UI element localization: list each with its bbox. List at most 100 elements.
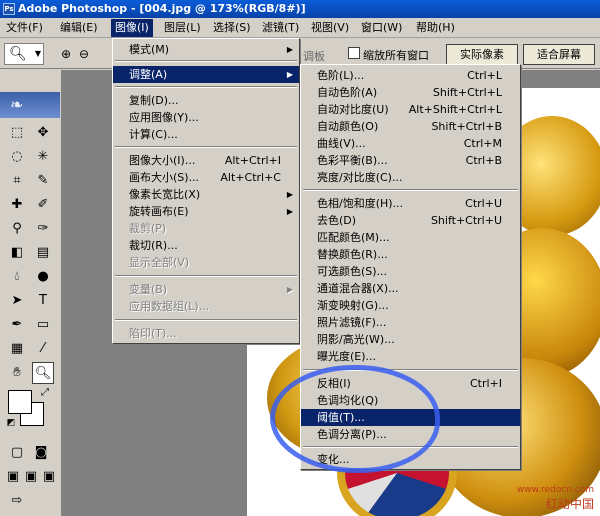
- magic-wand-tool-icon[interactable]: ✳: [32, 146, 54, 168]
- menu-edit[interactable]: 编辑(E): [56, 19, 102, 37]
- marquee-tool-icon[interactable]: ⬚: [6, 122, 28, 144]
- full-screen-mode-icon[interactable]: ▣: [38, 466, 60, 488]
- submenu-arrow-icon: ▶: [286, 45, 293, 54]
- menu-item-selective-color[interactable]: 可选颜色(S)...: [301, 263, 520, 280]
- menu-item-mode[interactable]: 模式(M) ▶: [113, 41, 299, 58]
- menu-item-invert[interactable]: 反相(I) Ctrl+I: [301, 375, 520, 392]
- clone-stamp-tool-icon[interactable]: ⚲: [6, 218, 28, 240]
- zoom-tool-icon[interactable]: 🔍︎: [32, 362, 54, 384]
- menu-item-match-color[interactable]: 匹配颜色(M)...: [301, 229, 520, 246]
- default-colors-icon[interactable]: ◩: [4, 416, 18, 430]
- menu-item-hue-saturation[interactable]: 色相/饱和度(H)... Ctrl+U: [301, 195, 520, 212]
- zoom-all-windows-label: 缩放所有窗口: [363, 49, 429, 62]
- menu-item-variables: 变量(B) ▶: [129, 283, 293, 296]
- imageready-jump-icon[interactable]: ⇨: [6, 490, 28, 512]
- menu-item-calculations[interactable]: 计算(C)...: [113, 126, 299, 143]
- watermark-url: www.redocn.com: [516, 485, 594, 495]
- path-selection-tool-icon[interactable]: ➤: [6, 290, 28, 312]
- menu-filter[interactable]: 滤镜(T): [258, 19, 303, 37]
- menu-item-auto-levels[interactable]: 自动色阶(A) Shift+Ctrl+L: [301, 84, 520, 101]
- menu-item-rotate-canvas[interactable]: 旋转画布(E) ▶: [113, 203, 299, 220]
- standard-mode-icon[interactable]: ▢: [6, 442, 28, 464]
- menu-item-reveal-all: 显示全部(V): [129, 256, 190, 269]
- type-tool-icon[interactable]: T: [32, 290, 54, 312]
- menu-item-desaturate[interactable]: 去色(D) Shift+Ctrl+U: [301, 212, 520, 229]
- notes-tool-icon[interactable]: ▦: [6, 338, 28, 360]
- menu-item-threshold[interactable]: 阈值(T)...: [301, 409, 520, 426]
- menu-layer[interactable]: 图层(L): [160, 19, 205, 37]
- menu-item-curves[interactable]: 曲线(V)... Ctrl+M: [301, 135, 520, 152]
- feather-logo: ❧: [0, 92, 60, 118]
- menu-item-variations[interactable]: 变化...: [301, 451, 520, 468]
- menu-item-color-balance[interactable]: 色彩平衡(B)... Ctrl+B: [301, 152, 520, 169]
- menu-item-trim[interactable]: 裁切(R)...: [113, 237, 299, 254]
- menu-view[interactable]: 视图(V): [307, 19, 353, 37]
- submenu-arrow-icon: ▶: [286, 207, 293, 216]
- menu-item-gradient-map[interactable]: 渐变映射(G)...: [301, 297, 520, 314]
- zoom-out-icon[interactable]: ⊖: [76, 45, 92, 63]
- menu-item-equalize[interactable]: 色调均化(Q): [301, 392, 520, 409]
- menu-image[interactable]: 图像(I): [111, 19, 153, 37]
- menu-item-image-size[interactable]: 图像大小(I)... Alt+Ctrl+I: [113, 152, 299, 169]
- photoshop-app-icon: Ps: [3, 3, 15, 15]
- menu-item-adjust[interactable]: 调整(A) ▶: [113, 66, 299, 83]
- menu-item-auto-contrast[interactable]: 自动对比度(U) Alt+Shift+Ctrl+L: [301, 101, 520, 118]
- submenu-arrow-icon: ▶: [286, 70, 293, 79]
- menu-select[interactable]: 选择(S): [209, 19, 255, 37]
- menu-window[interactable]: 窗口(W): [357, 19, 406, 37]
- quick-mask-mode-icon[interactable]: ◙: [30, 442, 52, 464]
- chevron-down-icon: ▼: [34, 49, 41, 58]
- healing-brush-tool-icon[interactable]: ✚: [6, 194, 28, 216]
- submenu-arrow-icon: ▶: [286, 190, 293, 199]
- history-brush-tool-icon[interactable]: ✑: [32, 218, 54, 240]
- menu-help[interactable]: 帮助(H): [412, 19, 459, 37]
- menu-item-trap: 陷印(T)...: [129, 327, 177, 340]
- menu-item-pixel-aspect[interactable]: 像素长宽比(X) ▶: [113, 186, 299, 203]
- window-title-bar: Ps Adobe Photoshop - [004.jpg @ 173%(RGB…: [0, 0, 600, 18]
- blur-tool-icon[interactable]: 💧︎: [6, 266, 28, 288]
- menu-item-replace-color[interactable]: 替换颜色(R)...: [301, 246, 520, 263]
- slice-tool-icon[interactable]: ✎: [32, 170, 54, 192]
- actual-pixels-button[interactable]: 实际像素: [446, 44, 518, 65]
- watermark: www.redocn.com 红动中国: [517, 485, 594, 512]
- menu-bar: 文件(F) 编辑(E) 图像(I) 图层(L) 选择(S) 滤镜(T) 视图(V…: [0, 18, 600, 38]
- hand-tool-icon[interactable]: ✋︎: [6, 362, 28, 384]
- move-tool-icon[interactable]: ✥: [32, 122, 54, 144]
- palette-well-tab[interactable]: 调板: [303, 48, 325, 64]
- menu-item-duplicate[interactable]: 复制(D)...: [113, 92, 299, 109]
- fit-screen-button[interactable]: 适合屏幕: [523, 44, 595, 65]
- menu-item-auto-color[interactable]: 自动颜色(O) Shift+Ctrl+B: [301, 118, 520, 135]
- menu-file[interactable]: 文件(F): [2, 19, 47, 37]
- gradient-tool-icon[interactable]: ▤: [32, 242, 54, 264]
- zoom-in-icon[interactable]: ⊕: [58, 45, 74, 63]
- submenu-arrow-icon: ▶: [286, 285, 293, 294]
- menu-item-brightness-contrast[interactable]: 亮度/对比度(C)...: [301, 169, 520, 186]
- window-title: Adobe Photoshop - [004.jpg @ 173%(RGB/8#…: [18, 2, 306, 15]
- menu-item-levels[interactable]: 色阶(L)... Ctrl+L: [301, 67, 520, 84]
- shape-tool-icon[interactable]: ▭: [32, 314, 54, 336]
- eyedropper-tool-icon[interactable]: ⁄: [32, 338, 54, 360]
- tool-preset-picker[interactable]: 🔍︎ ▼: [4, 43, 44, 65]
- pen-tool-icon[interactable]: ✒: [6, 314, 28, 336]
- crop-tool-icon[interactable]: ⌗: [6, 170, 28, 192]
- foreground-color-swatch[interactable]: [8, 390, 32, 414]
- image-menu: 模式(M) ▶ 调整(A) ▶ 复制(D)... 应用图像(Y)... 计算(C).…: [112, 38, 300, 344]
- swap-colors-icon[interactable]: ⤢: [38, 386, 52, 400]
- menu-item-shadow-highlight[interactable]: 阴影/高光(W)...: [301, 331, 520, 348]
- menu-item-canvas-size[interactable]: 画布大小(S)... Alt+Ctrl+C: [113, 169, 299, 186]
- brush-tool-icon[interactable]: ✐: [32, 194, 54, 216]
- toolbox: ❧ ⬚ ✥ ◌ ✳ ⌗ ✎ ✚ ✐ ⚲ ✑ ◧ ▤ 💧︎ ● ➤ T ✒ ▭ ▦…: [0, 70, 62, 516]
- menu-item-posterize[interactable]: 色调分离(P)...: [301, 426, 520, 443]
- zoom-all-windows-checkbox[interactable]: [348, 47, 360, 59]
- watermark-text: 红动中国: [545, 497, 594, 511]
- menu-item-photo-filter[interactable]: 照片滤镜(F)...: [301, 314, 520, 331]
- menu-item-exposure[interactable]: 曝光度(E)...: [301, 348, 520, 365]
- menu-item-apply-image[interactable]: 应用图像(Y)...: [113, 109, 299, 126]
- magnifier-icon: 🔍︎: [9, 46, 27, 62]
- eraser-tool-icon[interactable]: ◧: [6, 242, 28, 264]
- lasso-tool-icon[interactable]: ◌: [6, 146, 28, 168]
- menu-item-crop: 裁剪(P): [129, 222, 167, 235]
- feather-icon: ❧: [10, 95, 24, 114]
- menu-item-channel-mixer[interactable]: 通道混合器(X)...: [301, 280, 520, 297]
- dodge-tool-icon[interactable]: ●: [32, 266, 54, 288]
